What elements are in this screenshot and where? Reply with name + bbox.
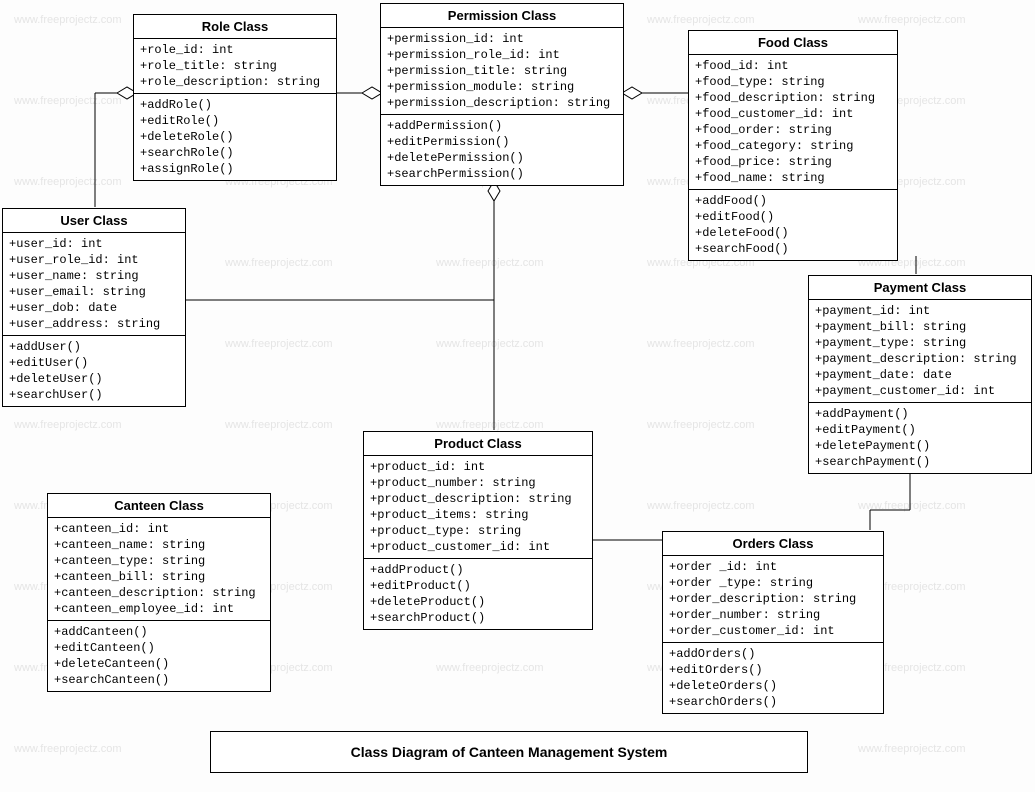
watermark: www.freeprojectz.com bbox=[14, 14, 122, 26]
watermark: www.freeprojectz.com bbox=[647, 500, 755, 512]
class-orders-ops: +addOrders()+editOrders()+deleteOrders()… bbox=[663, 643, 883, 713]
class-product-attrs: +product_id: int+product_number: string+… bbox=[364, 456, 592, 559]
class-user-attrs: +user_id: int+user_role_id: int+user_nam… bbox=[3, 233, 185, 336]
watermark: www.freeprojectz.com bbox=[14, 743, 122, 755]
watermark: www.freeprojectz.com bbox=[858, 14, 966, 26]
watermark: www.freeprojectz.com bbox=[647, 338, 755, 350]
watermark: www.freeprojectz.com bbox=[225, 338, 333, 350]
watermark: www.freeprojectz.com bbox=[436, 257, 544, 269]
class-role-ops: +addRole()+editRole()+deleteRole()+searc… bbox=[134, 94, 336, 180]
class-product-ops: +addProduct()+editProduct()+deleteProduc… bbox=[364, 559, 592, 629]
class-payment: Payment Class +payment_id: int+payment_b… bbox=[808, 275, 1032, 474]
watermark: www.freeprojectz.com bbox=[436, 662, 544, 674]
watermark: www.freeprojectz.com bbox=[858, 500, 966, 512]
watermark: www.freeprojectz.com bbox=[858, 743, 966, 755]
class-permission-title: Permission Class bbox=[381, 4, 623, 28]
class-canteen-ops: +addCanteen()+editCanteen()+deleteCantee… bbox=[48, 621, 270, 691]
watermark: www.freeprojectz.com bbox=[14, 176, 122, 188]
class-canteen-title: Canteen Class bbox=[48, 494, 270, 518]
class-food: Food Class +food_id: int+food_type: stri… bbox=[688, 30, 898, 261]
class-role-title: Role Class bbox=[134, 15, 336, 39]
class-permission-ops: +addPermission()+editPermission()+delete… bbox=[381, 115, 623, 185]
class-user: User Class +user_id: int+user_role_id: i… bbox=[2, 208, 186, 407]
class-orders: Orders Class +order _id: int+order _type… bbox=[662, 531, 884, 714]
class-canteen-attrs: +canteen_id: int+canteen_name: string+ca… bbox=[48, 518, 270, 621]
watermark: www.freeprojectz.com bbox=[436, 338, 544, 350]
class-payment-ops: +addPayment()+editPayment()+deletePaymen… bbox=[809, 403, 1031, 473]
class-permission: Permission Class +permission_id: int+per… bbox=[380, 3, 624, 186]
watermark: www.freeprojectz.com bbox=[436, 419, 544, 431]
class-food-ops: +addFood()+editFood()+deleteFood()+searc… bbox=[689, 190, 897, 260]
class-product: Product Class +product_id: int+product_n… bbox=[363, 431, 593, 630]
class-user-title: User Class bbox=[3, 209, 185, 233]
class-orders-title: Orders Class bbox=[663, 532, 883, 556]
class-product-title: Product Class bbox=[364, 432, 592, 456]
class-food-title: Food Class bbox=[689, 31, 897, 55]
class-permission-attrs: +permission_id: int+permission_role_id: … bbox=[381, 28, 623, 115]
watermark: www.freeprojectz.com bbox=[647, 14, 755, 26]
watermark: www.freeprojectz.com bbox=[14, 419, 122, 431]
class-canteen: Canteen Class +canteen_id: int+canteen_n… bbox=[47, 493, 271, 692]
class-payment-title: Payment Class bbox=[809, 276, 1031, 300]
class-role-attrs: +role_id: int+role_title: string+role_de… bbox=[134, 39, 336, 94]
watermark: www.freeprojectz.com bbox=[225, 419, 333, 431]
class-role: Role Class +role_id: int+role_title: str… bbox=[133, 14, 337, 181]
class-user-ops: +addUser()+editUser()+deleteUser()+searc… bbox=[3, 336, 185, 406]
class-payment-attrs: +payment_id: int+payment_bill: string+pa… bbox=[809, 300, 1031, 403]
class-orders-attrs: +order _id: int+order _type: string+orde… bbox=[663, 556, 883, 643]
watermark: www.freeprojectz.com bbox=[647, 419, 755, 431]
watermark: www.freeprojectz.com bbox=[225, 257, 333, 269]
watermark: www.freeprojectz.com bbox=[14, 95, 122, 107]
diagram-title: Class Diagram of Canteen Management Syst… bbox=[210, 731, 808, 773]
class-food-attrs: +food_id: int+food_type: string+food_des… bbox=[689, 55, 897, 190]
